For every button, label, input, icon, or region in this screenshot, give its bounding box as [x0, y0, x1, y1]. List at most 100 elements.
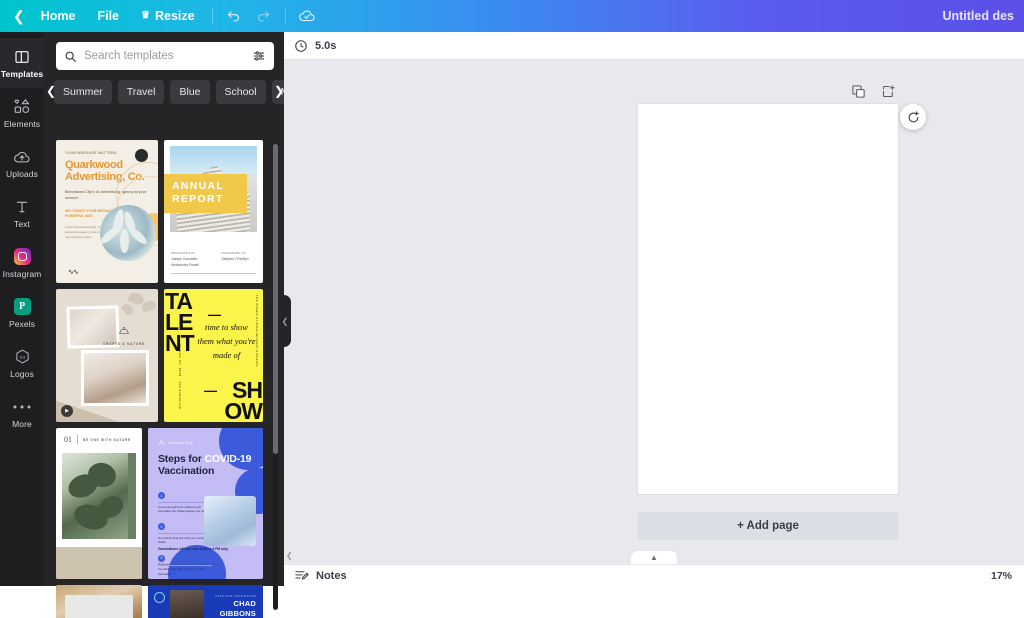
- design-canvas[interactable]: [638, 104, 898, 494]
- chevron-left-icon: ❮: [282, 317, 289, 326]
- covid-photo: [204, 496, 256, 546]
- notes-edit-icon: [294, 568, 309, 583]
- decor-ring: [154, 592, 165, 603]
- category-chips: ❮ Summer Travel Blue School Mus ❯: [44, 70, 284, 112]
- add-page-bar[interactable]: + Add page: [638, 512, 898, 540]
- chip-school[interactable]: School: [216, 80, 266, 104]
- covid-step-number: 3: [158, 555, 165, 562]
- instagram-icon: [14, 247, 31, 266]
- filter-sliders-icon[interactable]: [252, 49, 266, 63]
- resize-label: Resize: [155, 9, 195, 23]
- chevron-up-icon: ▲: [650, 553, 658, 562]
- toolbar-divider: [212, 7, 213, 25]
- annual-title-line1: ANNUAL: [172, 180, 239, 193]
- sidebar-item-uploads[interactable]: Uploads: [0, 138, 44, 188]
- templates-icon: [14, 47, 30, 66]
- chip-travel[interactable]: Travel: [118, 80, 165, 104]
- chips-prev-arrow[interactable]: ❮: [46, 84, 56, 98]
- home-label: Home: [41, 9, 76, 23]
- cloud-check-icon: [298, 7, 316, 25]
- sidebar-label-uploads: Uploads: [6, 169, 38, 179]
- add-page-button[interactable]: [881, 84, 896, 104]
- chips-next-arrow[interactable]: ❯: [274, 84, 284, 98]
- search-bar[interactable]: [56, 42, 274, 70]
- duplicate-page-button[interactable]: [851, 84, 866, 104]
- document-title[interactable]: Untitled des: [942, 9, 1014, 23]
- chad-name-line1: CHAD: [215, 600, 256, 608]
- chip-summer[interactable]: Summer: [54, 80, 112, 104]
- sidebar-item-templates[interactable]: Templates: [0, 38, 44, 88]
- add-page-icon: [881, 84, 896, 99]
- template-card-nature[interactable]: 01 BE ONE WITH NATURE: [56, 428, 142, 579]
- annual-foot-label-1: PRESENTED BY: [171, 252, 206, 255]
- page-duration[interactable]: 5.0s: [315, 40, 336, 52]
- home-button[interactable]: Home: [30, 0, 87, 32]
- talent-word-5: OW: [224, 402, 262, 421]
- sidebar-label-elements: Elements: [4, 119, 40, 129]
- top-toolbar: ❮ Home File ♛ Resize Untitled des: [0, 0, 1024, 32]
- sidebar-item-pexels[interactable]: P Pexels: [0, 288, 44, 338]
- play-icon[interactable]: ▶: [61, 405, 73, 417]
- editor-top-bar: 5.0s: [284, 32, 1024, 60]
- zoom-level[interactable]: 17%: [991, 570, 1012, 582]
- sidebar-item-logos[interactable]: co Logos: [0, 338, 44, 388]
- template-card-covid-vaccination[interactable]: Winsbar City Steps for COVID-19 Vaccinat…: [148, 428, 263, 579]
- talent-script-text: time to show them what you're made of: [196, 321, 257, 362]
- crafts-logo-text: CRAFTS & NATURE: [103, 342, 145, 346]
- file-menu-button[interactable]: File: [86, 0, 130, 32]
- back-button[interactable]: ❮: [10, 0, 30, 32]
- template-row: 01 BE ONE WITH NATURE Winsbar City: [56, 428, 270, 579]
- covid-title: Steps for COVID-19 Vaccination: [158, 453, 253, 478]
- undo-button[interactable]: [219, 1, 249, 31]
- toolbar-divider-2: [285, 7, 286, 25]
- search-area: [44, 32, 284, 70]
- upload-cloud-icon: [13, 147, 31, 166]
- sidebar-item-elements[interactable]: Elements: [0, 88, 44, 138]
- covid-note: Please wear a face mask at all times dur…: [158, 563, 219, 568]
- elements-icon: [13, 97, 31, 116]
- scrollbar-thumb[interactable]: [273, 144, 278, 454]
- duplicate-page-icon: [851, 84, 866, 99]
- sidebar-item-text[interactable]: Text: [0, 188, 44, 238]
- template-card-crafts-nature[interactable]: CRAFTS & NATURE ▶: [56, 289, 158, 422]
- sidebar-item-instagram[interactable]: Instagram: [0, 238, 44, 288]
- template-row: CRAFTS & NATURE ▶ TA LE NT — time to sho…: [56, 289, 270, 422]
- annual-footer: PRESENTED BY Joseph Gonzales, Aleksandra…: [171, 252, 256, 274]
- redo-icon: [256, 9, 271, 24]
- redo-button[interactable]: [249, 1, 279, 31]
- template-row: YOUR MESSAGE MATTERS. Quarkwood Advertis…: [56, 140, 270, 283]
- covid-step-text: You will then be taken to the ICU for yo…: [158, 568, 212, 577]
- talent-vertical-left: October 23, 2019 · The Auditorium: [178, 344, 182, 410]
- sidebar-label-pexels: Pexels: [9, 319, 35, 329]
- clock-icon: [294, 39, 308, 53]
- covid-logo-text: Winsbar City: [168, 441, 193, 445]
- editor-area: 5.0s + Add page ▲ ❮: [284, 32, 1024, 586]
- resize-button[interactable]: ♛ Resize: [130, 0, 206, 32]
- file-label: File: [97, 9, 119, 23]
- template-card-quarkwood[interactable]: YOUR MESSAGE MATTERS. Quarkwood Advertis…: [56, 140, 158, 283]
- editor-left-edge-handle[interactable]: ❮: [286, 551, 293, 560]
- animate-button[interactable]: [900, 104, 926, 130]
- template-card-wood[interactable]: [56, 585, 142, 618]
- search-input[interactable]: [77, 50, 252, 62]
- templates-scrollbar[interactable]: [273, 144, 278, 610]
- template-card-talent-show[interactable]: TA LE NT — time to show them what you're…: [164, 289, 263, 422]
- text-icon: [14, 197, 30, 216]
- chad-eyebrow: VOTE FOR YOUR MAYOR: [215, 595, 256, 598]
- decor-bottom-band: [56, 547, 142, 579]
- cloud-save-button[interactable]: [292, 1, 322, 31]
- notes-expand-handle[interactable]: ▲: [631, 551, 677, 564]
- chip-blue[interactable]: Blue: [170, 80, 209, 104]
- notes-bar[interactable]: Notes 17%: [284, 564, 1024, 586]
- template-card-annual-report[interactable]: ANNUAL REPORT PRESENTED BY Joseph Gonzal…: [164, 140, 263, 283]
- chevron-left-icon: ❮: [286, 551, 293, 560]
- crafts-logo: CRAFTS & NATURE: [103, 322, 145, 346]
- template-card-chad-gibbons[interactable]: VOTE FOR YOUR MAYOR CHAD GIBBONS: [148, 585, 263, 618]
- panel-collapse-handle[interactable]: ❮: [279, 295, 291, 347]
- decor-dot: [135, 149, 148, 162]
- crafts-photo-2: [81, 350, 149, 406]
- sidebar-item-more[interactable]: More: [0, 388, 44, 438]
- chad-name-line2: GIBBONS: [215, 610, 256, 618]
- add-page-label: + Add page: [737, 520, 799, 532]
- chad-text-block: VOTE FOR YOUR MAYOR CHAD GIBBONS: [215, 595, 256, 618]
